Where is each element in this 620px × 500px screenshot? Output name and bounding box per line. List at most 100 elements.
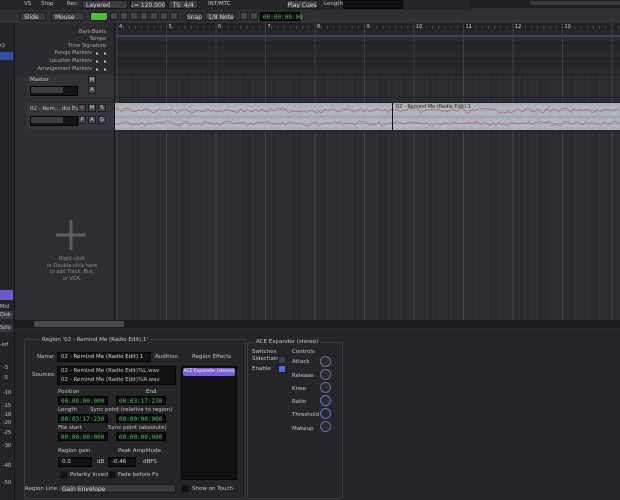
knee-label: Knee: [292, 386, 306, 392]
enable-toggle[interactable]: [278, 365, 286, 373]
strip-solo: Solo: [0, 325, 11, 331]
audio-playlist-button[interactable]: P: [78, 116, 86, 124]
meter-scale-7: -30: [3, 443, 12, 449]
master-fader-fill: [31, 87, 63, 93]
length-field[interactable]: [343, 0, 403, 9]
editor-mixer-strip: [0, 23, 15, 500]
audio-track-name[interactable]: 02 - Rem... dio Edit): [30, 106, 85, 112]
controls-label: Controls: [292, 349, 315, 355]
ratio-knob[interactable]: [320, 395, 331, 406]
strip-input-button[interactable]: [0, 290, 13, 300]
threshold-label: Threshold: [292, 412, 320, 418]
peak-unit: dBFS: [143, 459, 157, 465]
cut-tool-button[interactable]: [120, 12, 128, 20]
switches-label: Switches: [252, 349, 277, 355]
snap-value-select[interactable]: 1/8 Note: [205, 12, 235, 21]
meter-scale-6: -25: [3, 430, 12, 436]
tempo-display[interactable]: ♩= 120.000: [130, 0, 166, 9]
release-knob[interactable]: [320, 369, 331, 380]
add-track-plus-icon[interactable]: [54, 220, 88, 250]
vs-label[interactable]: VS: [24, 1, 31, 7]
nudge-forward-button[interactable]: [250, 12, 258, 20]
attack-knob[interactable]: [320, 356, 331, 367]
audio-mute-button[interactable]: M: [88, 104, 96, 112]
master-automation-button[interactable]: A: [88, 86, 96, 94]
scrollbar-thumb[interactable]: [34, 321, 124, 327]
meter-display[interactable]: TS: 4/4: [168, 0, 198, 9]
ruler-tempo: Tempo: [89, 36, 106, 42]
enable-label: Enable: [252, 366, 271, 372]
audition-tool-button[interactable]: [150, 12, 158, 20]
length-label: Length: [58, 407, 77, 413]
show-on-touch-checkbox[interactable]: [181, 485, 189, 493]
stretch-tool-button[interactable]: [140, 12, 148, 20]
region-name-label: Name:: [37, 354, 56, 360]
sidechain-label: Sidechain: [252, 356, 279, 362]
meter-scale-2: -10: [3, 390, 12, 396]
audition-label[interactable]: Audition: [155, 354, 178, 360]
region-gain-field[interactable]: 0.0: [58, 457, 92, 467]
sidechain-toggle[interactable]: [278, 356, 286, 364]
bar-number-label: 10: [416, 24, 423, 30]
makeup-knob[interactable]: [320, 421, 331, 432]
length-label: Length: [324, 1, 343, 7]
grab-tool-button[interactable]: [90, 12, 108, 21]
ruler-arrangement-markers: Arrangement Markers: [37, 66, 92, 72]
sync-label[interactable]: INT/MTC: [208, 1, 231, 7]
gain-unit: dB: [97, 459, 105, 465]
meter-scale-0: -3: [3, 365, 8, 371]
audio-group-button[interactable]: G: [98, 116, 106, 124]
ruler-time-signature: Time Signature: [68, 43, 106, 49]
timeline-grid: [115, 23, 620, 320]
bar-number-label: 6: [218, 24, 222, 30]
nudge-clock[interactable]: 00:00:00:00: [260, 12, 303, 21]
range-tool-button[interactable]: [110, 12, 118, 20]
ruler-location-markers: Location Markers: [49, 58, 92, 64]
position-clock[interactable]: 00:00:00:000: [58, 396, 108, 405]
meter-scale-8: -40: [3, 463, 12, 469]
threshold-knob[interactable]: [320, 408, 331, 419]
file-start-clock[interactable]: 00:00:00:000: [58, 432, 108, 441]
grid-tool-button[interactable]: [170, 12, 178, 20]
audio-waveform: [115, 104, 620, 130]
sources-label: Sources:: [32, 372, 56, 378]
sync-absolute-label: Sync point (absolute): [108, 425, 167, 431]
region-name-field[interactable]: 02 - Remind Me (Radio Edit).1: [57, 352, 151, 362]
ruler-bars-beats: Bars:Beats: [79, 29, 106, 35]
effect-item[interactable]: ACE Expander (stereo): [183, 368, 235, 376]
audio-record-button[interactable]: R: [78, 104, 86, 112]
end-label: End: [146, 389, 157, 395]
region-gain-label: Region gain: [58, 448, 91, 454]
fade-before-fx-checkbox[interactable]: [108, 471, 116, 479]
nudge-back-button[interactable]: [240, 12, 248, 20]
play-cues-button[interactable]: Play Cues: [286, 0, 318, 9]
audio-automation-button[interactable]: A: [88, 116, 96, 124]
draw-tool-button[interactable]: [130, 12, 138, 20]
source-file-2: 02 - Remind Me (Radio Edit)%R.wav: [61, 377, 160, 383]
knee-knob[interactable]: [320, 382, 331, 393]
strip-name-highlight[interactable]: [0, 52, 13, 60]
bar-number-label: 12: [515, 24, 522, 30]
rec-mode-select[interactable]: Layered: [82, 0, 128, 9]
content-tool-button[interactable]: [160, 12, 168, 20]
sync-relative-clock[interactable]: 00:00:00:000: [116, 414, 166, 423]
audio-solo-button[interactable]: S: [98, 104, 106, 112]
add-track-hint[interactable]: Right-click or Double-click here to add …: [40, 256, 104, 282]
polarity-checkbox[interactable]: [60, 471, 68, 479]
snap-button[interactable]: Snap: [186, 12, 203, 21]
edit-mode-select[interactable]: Slide: [20, 12, 46, 21]
region-effects-list[interactable]: [181, 366, 237, 480]
peak-amplitude-field: -0.46: [108, 457, 136, 467]
bar-number-label: 11: [465, 24, 472, 30]
region-line-select[interactable]: Gain Envelope: [58, 484, 176, 493]
end-clock[interactable]: 00:03:17:230: [116, 396, 166, 405]
playhead-marker[interactable]: [392, 103, 393, 130]
master-mute-button[interactable]: M: [88, 76, 96, 84]
stop-label[interactable]: Stop: [41, 1, 54, 7]
sync-absolute-clock[interactable]: 00:00:00:000: [116, 432, 166, 441]
mouse-mode-select[interactable]: Mouse: [51, 12, 85, 21]
release-label: Release: [292, 373, 314, 379]
length-clock[interactable]: 00:03:17:230: [58, 414, 108, 423]
ruler-arrows[interactable]: [94, 50, 114, 72]
bar-number-label: 9: [366, 24, 370, 30]
